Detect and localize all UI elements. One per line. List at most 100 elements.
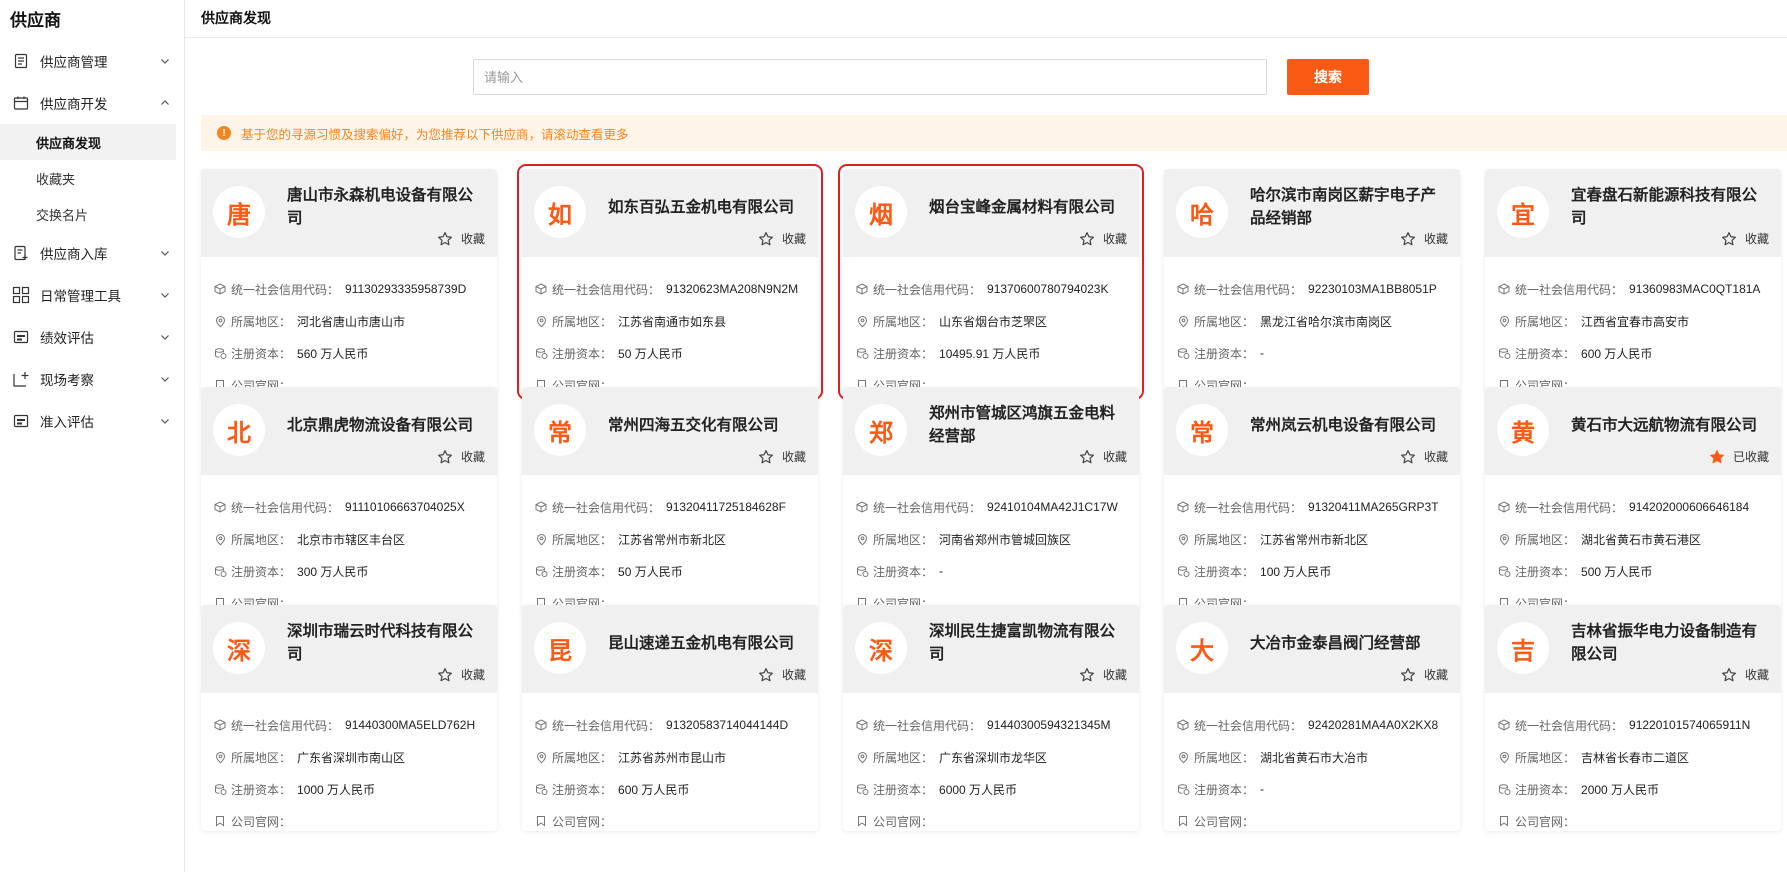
- company-name[interactable]: 深圳民生捷富凯物流有限公司: [929, 619, 1125, 667]
- search-input[interactable]: [473, 59, 1267, 95]
- favorite-button[interactable]: 收藏: [1400, 666, 1448, 683]
- main-content: 供应商发现 搜索 ! 基于您的寻源习惯及搜索偏好，为您推荐以下供应商，请滚动查看…: [185, 0, 1787, 872]
- coins-icon: [1497, 782, 1511, 796]
- region-label: 所属地区：: [1194, 314, 1255, 329]
- search-bar: 搜索: [473, 59, 1369, 95]
- supplier-card[interactable]: 昆昆山速递五金机电有限公司 收藏 统一社会信用代码： 9132058371404414…: [522, 605, 818, 831]
- supplier-card[interactable]: 常常州四海五交化有限公司 收藏 统一社会信用代码： 91320411725184628…: [522, 387, 818, 613]
- sidebar-item-5[interactable]: 现场考察: [0, 358, 184, 400]
- sidebar-item-2[interactable]: 供应商入库: [0, 232, 184, 274]
- supplier-card[interactable]: 哈哈尔滨市南岗区薪宇电子产品经销部 收藏 统一社会信用代码： 92230103MA1B…: [1164, 169, 1460, 395]
- cube-icon: [534, 718, 548, 732]
- company-avatar: 吉: [1497, 622, 1549, 674]
- company-name[interactable]: 哈尔滨市南岗区薪宇电子产品经销部: [1250, 183, 1446, 231]
- search-button[interactable]: 搜索: [1287, 59, 1369, 95]
- supplier-card[interactable]: 如如东百弘五金机电有限公司 收藏 统一社会信用代码： 91320623MA208N9N…: [517, 164, 823, 400]
- company-name[interactable]: 常州岚云机电设备有限公司: [1250, 401, 1446, 449]
- supplier-card[interactable]: 北北京鼎虎物流设备有限公司 收藏 统一社会信用代码： 9111010666370402…: [201, 387, 497, 613]
- company-name[interactable]: 吉林省振华电力设备制造有限公司: [1571, 619, 1767, 667]
- card-header: 烟烟台宝峰金属材料有限公司 收藏: [843, 169, 1139, 257]
- supplier-card[interactable]: 黄黄石市大远航物流有限公司 已收藏 统一社会信用代码： 914202000606646…: [1485, 387, 1781, 613]
- favorite-button[interactable]: 收藏: [437, 448, 485, 465]
- favorite-button[interactable]: 收藏: [758, 448, 806, 465]
- credit-code-label: 统一社会信用代码：: [1515, 500, 1624, 515]
- favorite-button[interactable]: 已收藏: [1709, 448, 1769, 465]
- card-body: 统一社会信用代码： 91370600780794023K 所属地区： 山东省烟台市芝罘…: [843, 257, 1139, 395]
- credit-code-row: 统一社会信用代码： 91320411725184628F: [534, 491, 806, 523]
- sidebar-item-6[interactable]: 准入评估: [0, 400, 184, 442]
- sidebar-item-4[interactable]: 绩效评估: [0, 316, 184, 358]
- favorite-button[interactable]: 收藏: [1721, 666, 1769, 683]
- supplier-card[interactable]: 大大冶市金泰昌阀门经营部 收藏 统一社会信用代码： 92420281MA4A0X2KX…: [1164, 605, 1460, 831]
- company-name[interactable]: 北京鼎虎物流设备有限公司: [287, 401, 483, 449]
- company-name[interactable]: 宜春盘石新能源科技有限公司: [1571, 183, 1767, 231]
- region-row: 所属地区： 吉林省长春市二道区: [1497, 741, 1769, 773]
- favorite-button[interactable]: 收藏: [758, 230, 806, 247]
- sidebar-item-3[interactable]: 日常管理工具: [0, 274, 184, 316]
- capital-label: 注册资本：: [1194, 564, 1255, 579]
- capital-value: 300 万人民币: [297, 564, 369, 579]
- supplier-card[interactable]: 唐唐山市永森机电设备有限公司 收藏 统一社会信用代码： 911302933359587…: [201, 169, 497, 395]
- card-header: 唐唐山市永森机电设备有限公司 收藏: [201, 169, 497, 257]
- company-name[interactable]: 唐山市永森机电设备有限公司: [287, 183, 483, 231]
- location-icon: [213, 750, 227, 764]
- favorite-button[interactable]: 收藏: [1400, 230, 1448, 247]
- region-label: 所属地区：: [1194, 750, 1255, 765]
- company-name[interactable]: 郑州市管城区鸿旗五金电料经营部: [929, 401, 1125, 449]
- sidebar-item-label: 准入评估: [40, 415, 94, 430]
- favorite-button[interactable]: 收藏: [1079, 448, 1127, 465]
- capital-label: 注册资本：: [873, 564, 934, 579]
- capital-label: 注册资本：: [231, 782, 292, 797]
- favorite-button[interactable]: 收藏: [1079, 666, 1127, 683]
- credit-code-label: 统一社会信用代码：: [231, 282, 340, 297]
- sidebar-item-1[interactable]: 供应商开发: [0, 82, 184, 124]
- region-label: 所属地区：: [873, 532, 934, 547]
- supplier-card[interactable]: 吉吉林省振华电力设备制造有限公司 收藏 统一社会信用代码： 9122010157406…: [1485, 605, 1781, 831]
- supplier-card[interactable]: 常常州岚云机电设备有限公司 收藏 统一社会信用代码： 91320411MA265GRP…: [1164, 387, 1460, 613]
- supplier-card[interactable]: 深深圳民生捷富凯物流有限公司 收藏 统一社会信用代码： 914403005943213…: [843, 605, 1139, 831]
- company-name[interactable]: 如东百弘五金机电有限公司: [608, 183, 804, 231]
- capital-value: 50 万人民币: [618, 346, 683, 361]
- company-name[interactable]: 常州四海五交化有限公司: [608, 401, 804, 449]
- company-name[interactable]: 大冶市金泰昌阀门经营部: [1250, 619, 1446, 667]
- supplier-card[interactable]: 郑郑州市管城区鸿旗五金电料经营部 收藏 统一社会信用代码： 92410104MA42J…: [843, 387, 1139, 613]
- sidebar-subitem-1-1[interactable]: 收藏夹: [0, 160, 176, 196]
- location-icon: [1497, 314, 1511, 328]
- favorite-button[interactable]: 收藏: [1721, 230, 1769, 247]
- credit-code-row: 统一社会信用代码： 91440300MA5ELD762H: [213, 709, 485, 741]
- capital-label: 注册资本：: [552, 346, 613, 361]
- capital-value: 600 万人民币: [618, 782, 690, 797]
- credit-code-label: 统一社会信用代码：: [231, 718, 340, 733]
- favorite-button[interactable]: 收藏: [437, 230, 485, 247]
- favorite-button[interactable]: 收藏: [1079, 230, 1127, 247]
- supplier-card[interactable]: 深深圳市瑞云时代科技有限公司 收藏 统一社会信用代码： 91440300MA5ELD7…: [201, 605, 497, 831]
- cube-icon: [213, 718, 227, 732]
- capital-value: -: [1260, 346, 1265, 360]
- favorite-button[interactable]: 收藏: [437, 666, 485, 683]
- favorite-label: 收藏: [1744, 232, 1769, 246]
- bookmark-icon: [1176, 814, 1190, 828]
- star-outline-icon: [1400, 667, 1416, 683]
- sidebar: 供应商 供应商管理 供应商开发 供应商发现 收藏夹 交换名片 供应商入库 日常管理工具 绩效评…: [0, 0, 185, 872]
- region-value: 吉林省长春市二道区: [1581, 750, 1690, 765]
- sidebar-item-0[interactable]: 供应商管理: [0, 40, 184, 82]
- company-name[interactable]: 烟台宝峰金属材料有限公司: [929, 183, 1125, 231]
- company-name[interactable]: 昆山速递五金机电有限公司: [608, 619, 804, 667]
- coins-icon: [213, 564, 227, 578]
- sidebar-subitem-1-0[interactable]: 供应商发现: [0, 124, 176, 160]
- capital-row: 注册资本： -: [1176, 773, 1448, 805]
- credit-code-value: 91370600780794023K: [987, 282, 1109, 296]
- coins-icon: [534, 782, 548, 796]
- favorite-button[interactable]: 收藏: [1400, 448, 1448, 465]
- coins-icon: [534, 564, 548, 578]
- supplier-card[interactable]: 烟烟台宝峰金属材料有限公司 收藏 统一社会信用代码： 9137060078079402…: [838, 164, 1144, 400]
- company-name[interactable]: 深圳市瑞云时代科技有限公司: [287, 619, 483, 667]
- favorite-button[interactable]: 收藏: [758, 666, 806, 683]
- sidebar-subitem-1-2[interactable]: 交换名片: [0, 196, 176, 232]
- favorite-label: 收藏: [460, 668, 485, 682]
- website-row: 公司官网：: [213, 805, 485, 831]
- supplier-card[interactable]: 宜宜春盘石新能源科技有限公司 收藏 统一社会信用代码： 91360983MAC0QT1…: [1485, 169, 1781, 395]
- company-name[interactable]: 黄石市大远航物流有限公司: [1571, 401, 1767, 449]
- location-icon: [213, 314, 227, 328]
- favorite-label: 收藏: [1423, 668, 1448, 682]
